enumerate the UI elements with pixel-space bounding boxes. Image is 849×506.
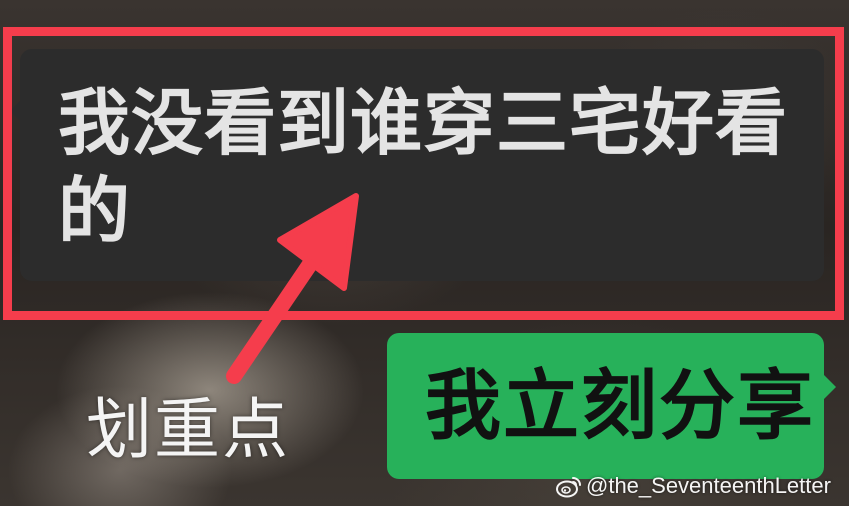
outgoing-message-text: 我立刻分享: [425, 361, 815, 450]
outgoing-message-bubble[interactable]: 我立刻分享: [387, 333, 836, 479]
screenshot-stage: 我没看到谁穿三宅好看的 我立刻分享 划重点 @the_SeventeenthLe…: [0, 0, 849, 506]
watermark: @the_SeventeenthLetter: [556, 472, 831, 500]
annotation-label: 划重点: [86, 391, 290, 468]
weibo-icon: [556, 477, 581, 498]
highlight-frame: [3, 27, 844, 320]
watermark-text: @the_SeventeenthLetter: [586, 473, 831, 498]
